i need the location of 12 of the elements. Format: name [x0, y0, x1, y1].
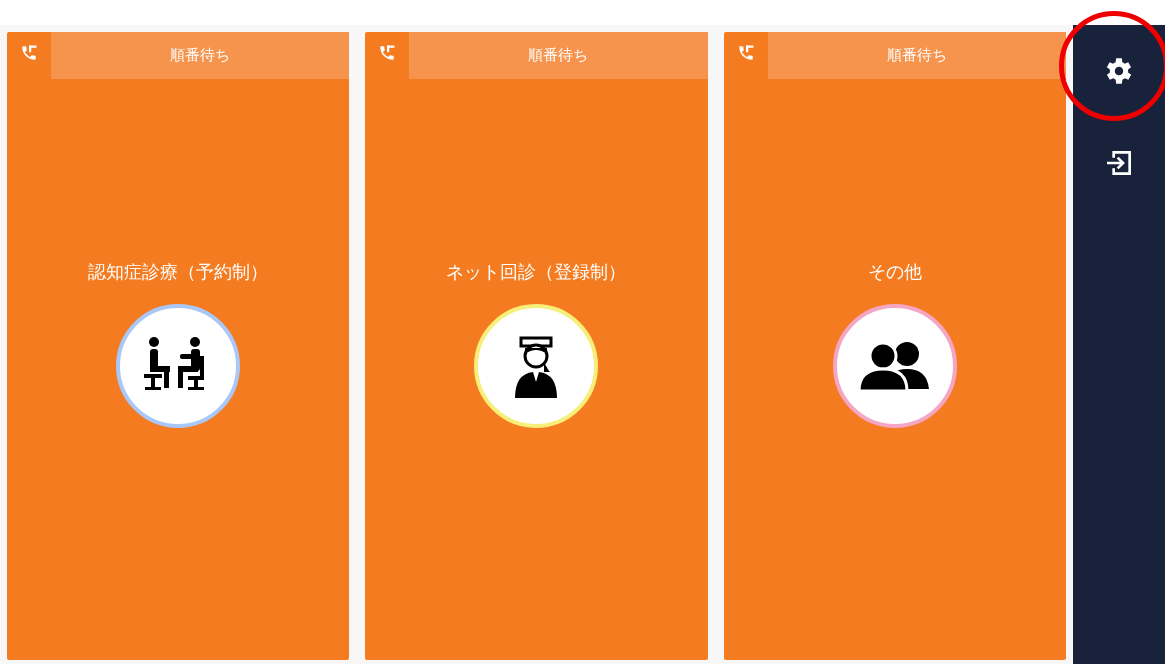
status-label: 順番待ち: [170, 45, 231, 66]
card-title: 認知症診療（予約制）: [88, 261, 269, 284]
service-card[interactable]: 順番待ち ネット回診（登録制）: [365, 32, 708, 660]
service-card[interactable]: 順番待ち 認知症診療（予約制）: [7, 32, 350, 660]
status-label: 順番待ち: [528, 45, 589, 66]
card-title: その他: [867, 261, 922, 284]
phone-icon: [736, 44, 755, 62]
phone-icon: [20, 44, 38, 62]
phone-icon: [378, 44, 397, 62]
status-label: 順番待ち: [886, 45, 947, 66]
card-title: ネット回診（登録制）: [446, 261, 627, 284]
service-card[interactable]: 順番待ち その他: [723, 32, 1066, 660]
